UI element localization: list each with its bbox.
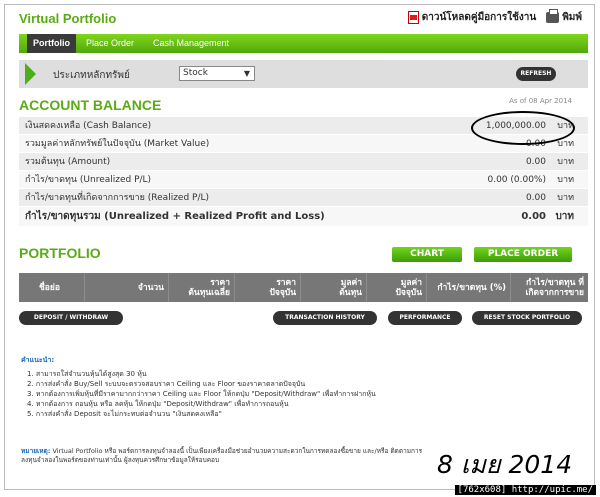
balance-label: กำไร/ขาดทุนรวม (Unrealized + Realized Pr… — [25, 211, 325, 222]
balance-value: 0.00 — [525, 193, 546, 203]
notes-title: คำแนะนำ: — [21, 356, 55, 364]
col-symbol: ชื่อย่อ — [19, 273, 85, 302]
top-links: ดาวน์โหลดคู่มือการใช้งาน พิมพ์ — [407, 9, 582, 25]
note-item: 2. การส่งคำสั่ง Buy/Sell ระบบจะตรวจสอบรา… — [27, 380, 306, 388]
performance-button[interactable]: PERFORMANCE — [388, 311, 462, 325]
highlight-circle — [471, 111, 575, 145]
app-window: Virtual Portfolio ดาวน์โหลดคู่มือการใช้ง… — [4, 4, 595, 490]
download-manual-label: ดาวน์โหลดคู่มือการใช้งาน — [421, 12, 537, 23]
balance-value: 0.00 — [521, 211, 546, 222]
balance-label: เงินสดคงเหลือ (Cash Balance) — [25, 121, 152, 131]
col-quantity: จำนวน — [85, 273, 169, 302]
download-manual-link[interactable]: ดาวน์โหลดคู่มือการใช้งาน — [407, 10, 537, 25]
disclaimer-label: หมายเหตุ: — [21, 447, 51, 455]
balance-unit: บาท — [557, 175, 574, 185]
transaction-history-button[interactable]: TRANSACTION HISTORY — [273, 311, 377, 325]
tab-cash-management[interactable]: Cash Management — [153, 34, 229, 53]
tab-place-order[interactable]: Place Order — [86, 34, 134, 53]
refresh-button[interactable]: REFRESH — [516, 67, 556, 81]
portfolio-table-header: ชื่อย่อ จำนวน ราคา ต้นทุนเฉลี่ย ราคา ปัจ… — [19, 273, 588, 302]
balance-row-unrealized-pl: กำไร/ขาดทุน (Unrealized P/L) 0.00 (0.00%… — [19, 171, 588, 189]
note-item: 3. หากต้องการเพิ่มหุ้นที่มีราคามากกว่ารา… — [27, 390, 376, 398]
col-pl-percent: กำไร/ขาดทุน (%) — [427, 273, 511, 302]
tab-portfolio[interactable]: Portfolio — [27, 34, 76, 53]
date-annotation: 8 เมย 2014 — [437, 450, 573, 479]
security-type-select[interactable]: Stock ▼ — [179, 66, 255, 81]
balance-unit: บาท — [557, 193, 574, 203]
image-watermark: [762x608] http://upic.me/ — [454, 485, 596, 495]
place-order-button[interactable]: PLACE ORDER — [474, 247, 572, 262]
security-type-value: Stock — [183, 68, 208, 78]
account-balance-title: ACCOUNT BALANCE — [19, 97, 162, 113]
as-of-date: As of 08 Apr 2014 — [509, 97, 572, 105]
note-item: 5. การส่งคำสั่ง Deposit จะไม่กระทบต่อจำน… — [27, 410, 222, 418]
disclaimer-text: Virtual Portfolio หรือ พอร์ตการลงทุนจำลอ… — [21, 447, 423, 464]
balance-unit: บาท — [557, 157, 574, 167]
notes-list: 1. สามารถใส่จำนวนหุ้นได้สูงสุด 30 หุ้น 2… — [27, 369, 376, 419]
balance-label: กำไร/ขาดทุนที่เกิดจากการขาย (Realized P/… — [25, 193, 210, 203]
col-avg-cost: ราคา ต้นทุนเฉลี่ย — [169, 273, 235, 302]
printer-icon — [546, 9, 560, 23]
print-link[interactable]: พิมพ์ — [546, 9, 582, 25]
top-bar: Virtual Portfolio ดาวน์โหลดคู่มือการใช้ง… — [5, 5, 594, 32]
balance-row-amount: รวมต้นทุน (Amount) 0.00 บาท — [19, 153, 588, 171]
note-item: 4. หากต้องการ ถอนหุ้น หรือ ลดหุ้น ให้กดป… — [27, 400, 289, 408]
balance-value: 0.00 — [525, 157, 546, 167]
reset-portfolio-button[interactable]: RESET STOCK PORTFOLIO — [472, 311, 582, 325]
col-cost-value: มูลค่า ต้นทุน — [301, 273, 367, 302]
security-type-filter: ประเภทหลักทรัพย์ Stock ▼ REFRESH — [19, 60, 588, 88]
portfolio-title: PORTFOLIO — [19, 245, 101, 261]
col-realized-pl: กำไร/ขาดทุน ที่ เกิดจากการขาย — [525, 277, 584, 298]
balance-row-realized-pl: กำไร/ขาดทุนที่เกิดจากการขาย (Realized P/… — [19, 189, 588, 207]
balance-label: รวมต้นทุน (Amount) — [25, 157, 111, 167]
balance-row-total-pl: กำไร/ขาดทุนรวม (Unrealized + Realized Pr… — [19, 207, 588, 227]
app-title: Virtual Portfolio — [19, 11, 117, 26]
print-label: พิมพ์ — [562, 12, 582, 23]
arrow-right-icon — [25, 63, 36, 85]
balance-value: 0.00 (0.00%) — [487, 175, 546, 185]
pdf-icon — [407, 11, 419, 24]
chevron-down-icon: ▼ — [243, 69, 250, 78]
note-item: 1. สามารถใส่จำนวนหุ้นได้สูงสุด 30 หุ้น — [27, 370, 147, 378]
disclaimer: หมายเหตุ: Virtual Portfolio หรือ พอร์ตกา… — [21, 447, 436, 465]
balance-label: รวมมูลค่าหลักทรัพย์ในปัจจุบัน (Market Va… — [25, 139, 210, 149]
chart-button[interactable]: CHART — [392, 247, 462, 262]
deposit-withdraw-button[interactable]: DEPOSIT / WITHDRAW — [19, 311, 123, 325]
col-market-value: มูลค่า ปัจจุบัน — [367, 273, 427, 302]
main-nav: Portfolio Place Order Cash Management — [19, 34, 588, 53]
security-type-label: ประเภทหลักทรัพย์ — [53, 70, 130, 81]
balance-label: กำไร/ขาดทุน (Unrealized P/L) — [25, 175, 152, 185]
col-current-price: ราคา ปัจจุบัน — [235, 273, 301, 302]
balance-unit: บาท — [555, 211, 574, 222]
